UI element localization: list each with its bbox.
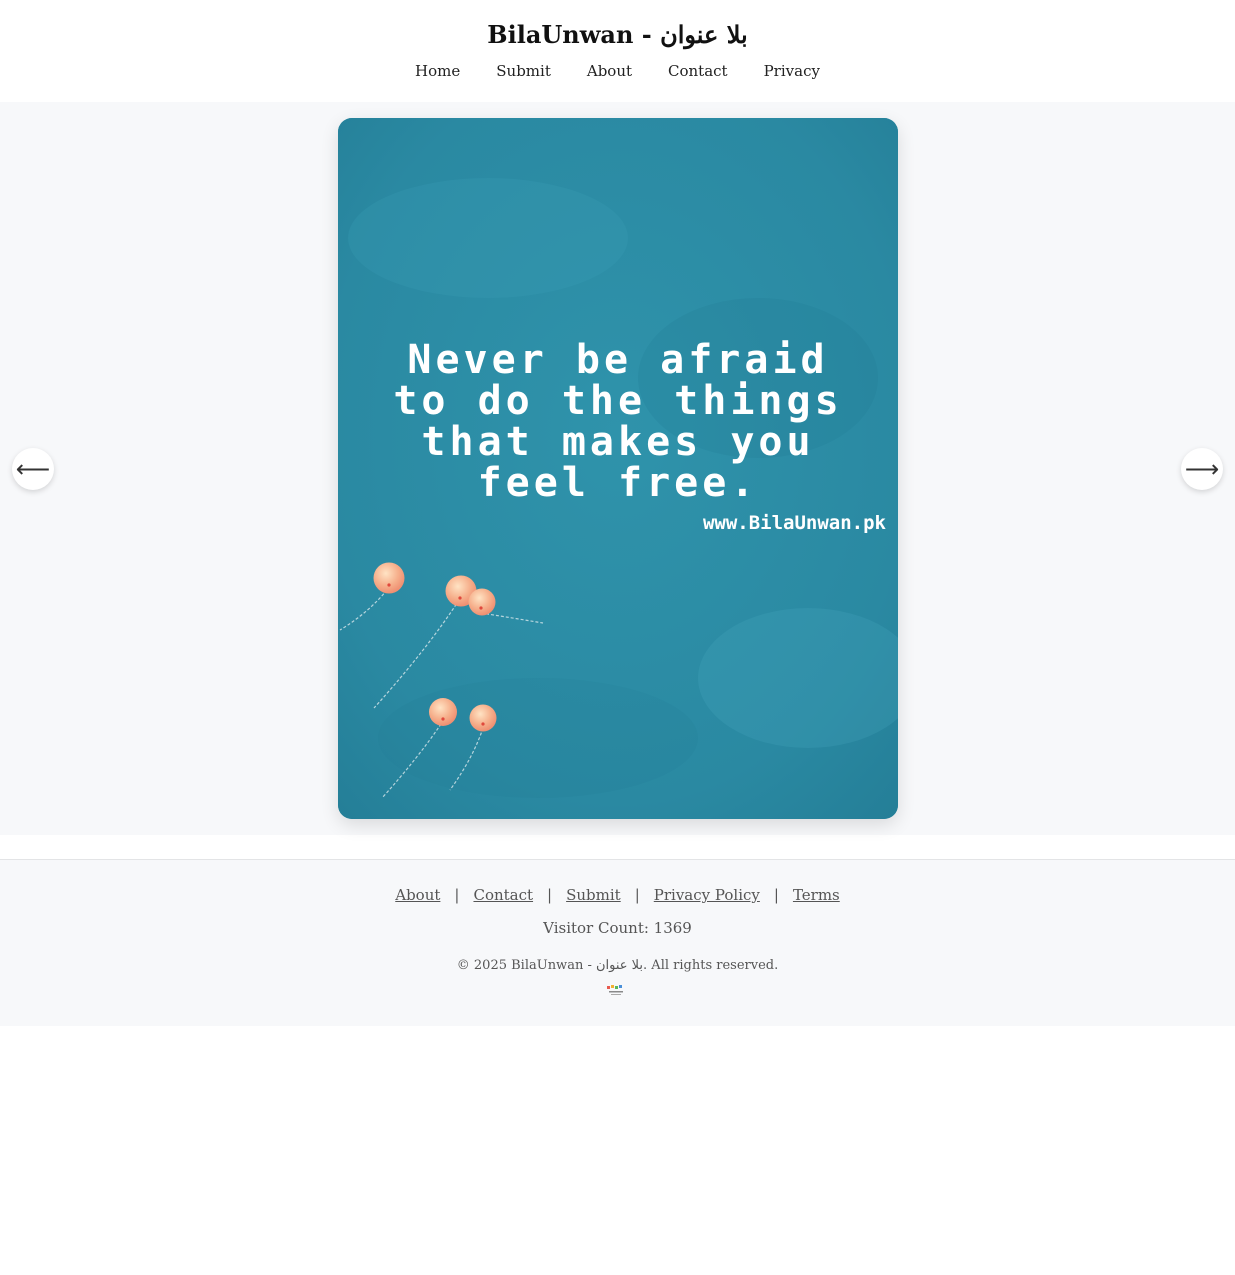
nav-privacy[interactable]: Privacy	[764, 62, 820, 80]
site-logo-icon	[607, 985, 623, 995]
balloon	[468, 588, 496, 616]
quote-image: Never be afraid to do the things that ma…	[338, 118, 898, 819]
footer-link-about[interactable]: About	[395, 886, 440, 904]
main-nav: Home Submit About Contact Privacy	[0, 62, 1235, 80]
footer-link-contact[interactable]: Contact	[473, 886, 533, 904]
footer-separator: |	[634, 886, 640, 904]
image-viewer: Never be afraid to do the things that ma…	[0, 102, 1235, 835]
footer-link-submit[interactable]: Submit	[566, 886, 621, 904]
balloon	[373, 562, 405, 594]
nav-about[interactable]: About	[587, 62, 632, 80]
footer-links: About | Contact | Submit | Privacy Polic…	[0, 886, 1235, 904]
watermark: www.BilaUnwan.pk	[702, 512, 886, 534]
balloon	[429, 698, 457, 726]
balloon	[469, 704, 497, 732]
nav-contact[interactable]: Contact	[668, 62, 728, 80]
quote-line: feel free.	[477, 460, 759, 506]
nav-home[interactable]: Home	[415, 62, 460, 80]
quote-line: Never be afraid	[407, 337, 829, 383]
next-arrow-button[interactable]: ⟶	[1181, 448, 1223, 490]
nav-submit[interactable]: Submit	[496, 62, 551, 80]
quote-text: Never be afraid to do the things that ma…	[338, 340, 898, 504]
visitor-count: Visitor Count: 1369	[543, 919, 692, 937]
quote-line: to do the things	[393, 378, 843, 424]
site-header: BilaUnwan - بلا عنوان Home Submit About …	[0, 0, 1235, 102]
site-title[interactable]: BilaUnwan - بلا عنوان	[0, 20, 1235, 49]
footer-separator: |	[454, 886, 460, 904]
quote-line: that makes you	[421, 419, 815, 465]
arrow-right-icon: ⟶	[1184, 455, 1220, 483]
previous-arrow-button[interactable]: ⟵	[12, 448, 54, 490]
footer-separator: |	[547, 886, 553, 904]
arrow-left-icon: ⟵	[15, 455, 51, 483]
copyright-text: © 2025 BilaUnwan - بلا عنوان. All rights…	[456, 958, 779, 973]
footer-link-privacy-policy[interactable]: Privacy Policy	[654, 886, 760, 904]
footer-separator: |	[773, 886, 779, 904]
site-footer: About | Contact | Submit | Privacy Polic…	[0, 859, 1235, 1026]
footer-link-terms[interactable]: Terms	[793, 886, 840, 904]
